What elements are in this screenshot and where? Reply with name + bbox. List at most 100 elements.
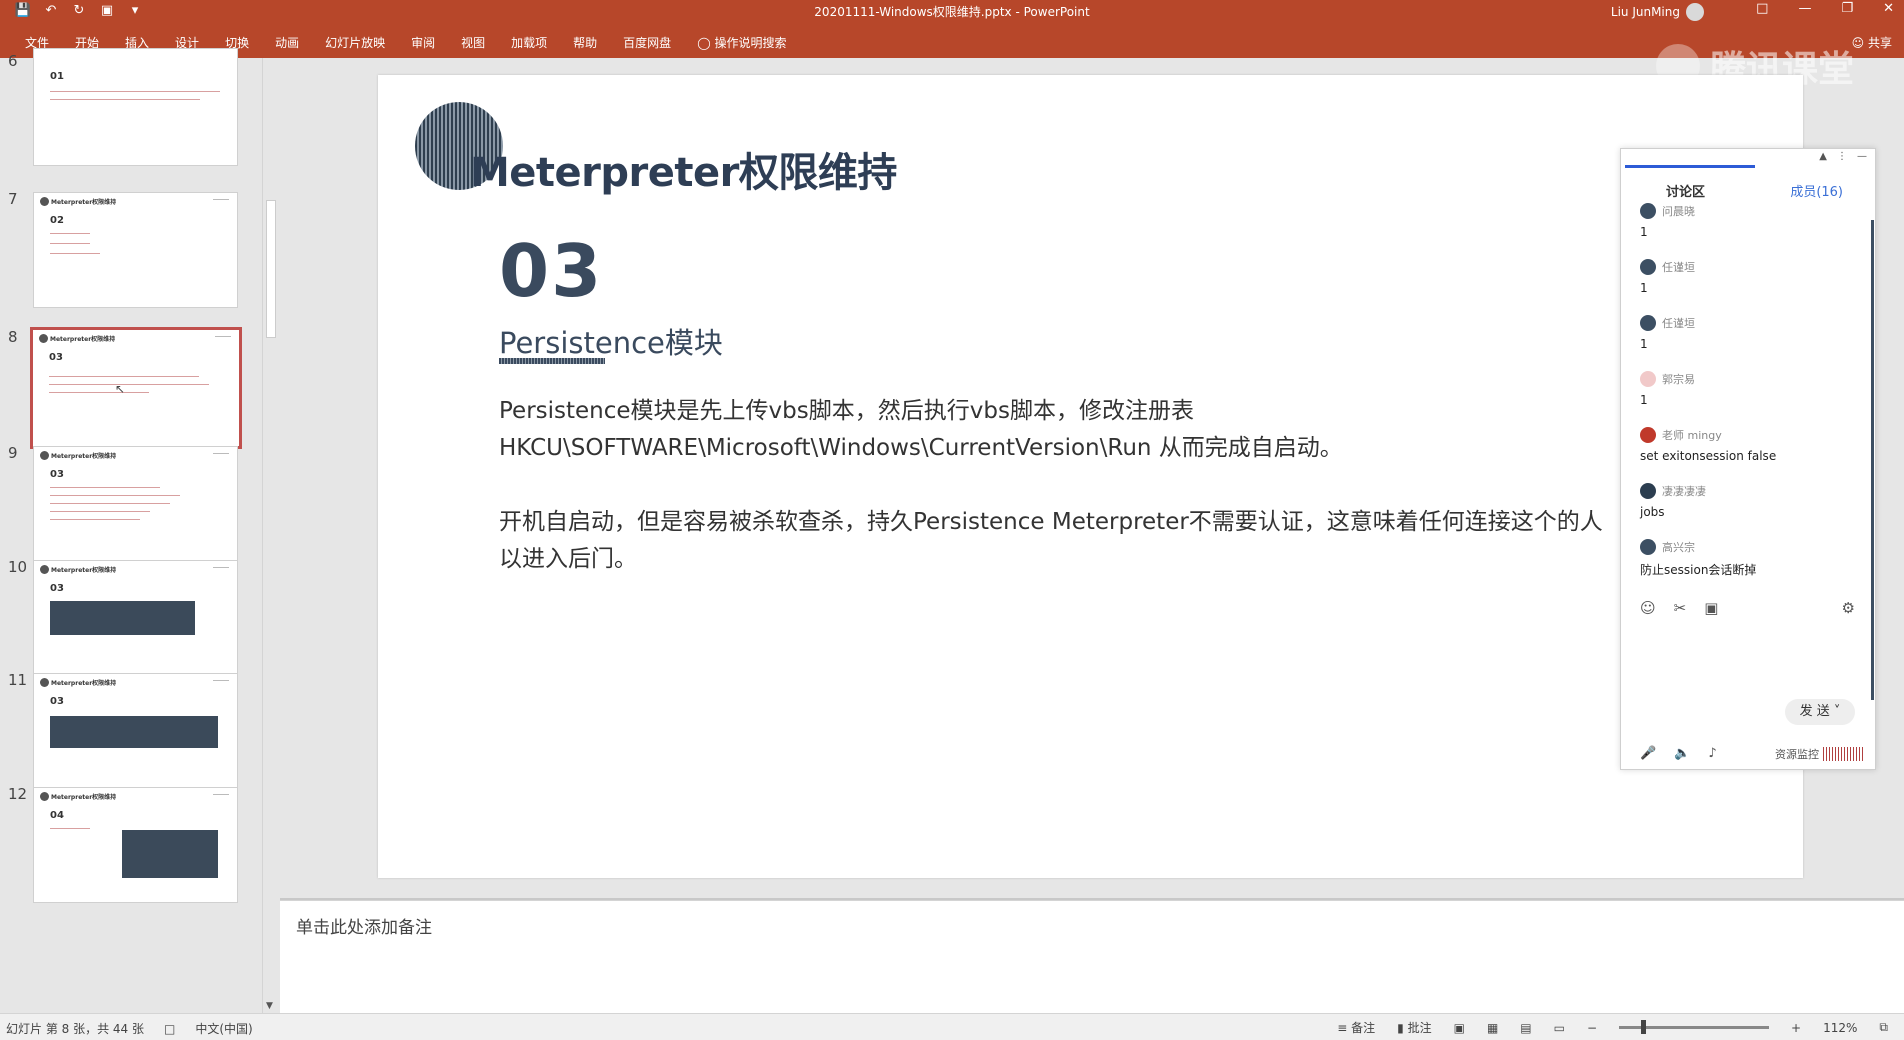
thumbnail-text-line <box>49 376 199 377</box>
normal-view-icon[interactable]: ▣ <box>1454 1021 1465 1035</box>
author-name: 老师 mingy <box>1662 429 1722 442</box>
message-author: 任谨垣 <box>1640 259 1860 275</box>
body-text-line[interactable]: HKCU\SOFTWARE\Microsoft\Windows\CurrentV… <box>499 428 1343 462</box>
thumbnail-preview[interactable]: Meterpreter权限维持 03 <box>33 673 238 789</box>
tell-me-search[interactable]: ◯ 操作说明搜索 <box>684 34 799 51</box>
resource-monitor[interactable]: 资源监控 <box>1775 746 1863 762</box>
thumbnail-slide-7[interactable]: 7 Meterpreter权限维持 02 <box>0 190 250 318</box>
settings-icon[interactable]: ⚙ <box>1842 599 1855 617</box>
scrollbar-thumb[interactable] <box>266 200 276 338</box>
status-right: ≡ 备注 ▮ 批注 ▣ ▦ ▤ ▭ − + 112% ⧉ <box>1337 1019 1888 1036</box>
fit-slide-icon[interactable]: ⧉ <box>1879 1020 1888 1035</box>
message-author: 任谨垣 <box>1640 315 1860 331</box>
thumbnail-preview[interactable]: Meterpreter权限维持 03 <box>33 560 238 676</box>
chat-top-bar: ▲ ⋮ — <box>1621 149 1875 169</box>
message-body: 防止session会话断掉 <box>1640 563 1757 577</box>
tab-addins[interactable]: 加载项 <box>498 34 560 51</box>
thumbnail-decor <box>213 680 229 681</box>
restore-icon[interactable]: ❐ <box>1841 1 1853 16</box>
notes-toggle[interactable]: ≡ 备注 <box>1337 1019 1375 1036</box>
ribbon-display-icon[interactable]: □ <box>1756 1 1768 16</box>
mute-icon[interactable]: ♪ <box>1708 746 1716 761</box>
thumbnail-header-text: Meterpreter权限维持 <box>51 453 117 460</box>
user-account[interactable]: Liu JunMing <box>1611 3 1704 21</box>
tab-slideshow[interactable]: 幻灯片放映 <box>312 34 398 51</box>
slide-sorter-icon[interactable]: ▦ <box>1487 1021 1498 1035</box>
reading-view-icon[interactable]: ▤ <box>1520 1021 1531 1035</box>
thumbnail-text-line <box>50 91 220 92</box>
avatar <box>1640 371 1656 387</box>
scissors-icon[interactable]: ✂ <box>1674 599 1687 617</box>
accessibility-icon[interactable]: □ <box>164 1022 175 1036</box>
slideshow-icon[interactable]: ▭ <box>1554 1021 1565 1035</box>
section-subtitle[interactable]: Persistence模块 <box>499 320 723 362</box>
thumbnail-preview[interactable]: 01 <box>33 48 238 166</box>
tab-discussion[interactable]: 讨论区 <box>1666 181 1705 200</box>
author-name: 任谨垣 <box>1662 261 1695 274</box>
speaker-icon[interactable]: 🔈 <box>1674 746 1690 761</box>
body-text-line[interactable]: Persistence模块是先上传vbs脚本，然后执行vbs脚本，修改注册表 <box>499 391 1194 425</box>
thumbnail-preview[interactable]: Meterpreter权限维持 04 <box>33 787 238 903</box>
status-left: 幻灯片 第 8 张，共 44 张 □ 中文(中国) <box>6 1020 253 1037</box>
thumbnail-text-line <box>50 253 100 254</box>
slide-title[interactable]: Meterpreter权限维持 <box>470 140 897 198</box>
thumbnail-preview-selected[interactable]: Meterpreter权限维持 03 ↖ <box>30 327 242 449</box>
thumbnail-slide-6[interactable]: 6 01 <box>0 48 250 180</box>
zoom-out-icon[interactable]: − <box>1587 1021 1597 1035</box>
minimize-icon[interactable]: — <box>1857 151 1867 162</box>
thumbnail-number: 6 <box>8 52 18 70</box>
slide-thumbnail-pane: 6 01 7 Meterpreter权限维持 02 8 Meterpreter权… <box>0 48 280 1013</box>
zoom-slider-handle[interactable] <box>1641 1020 1647 1034</box>
tab-view[interactable]: 视图 <box>448 34 498 51</box>
thumbnail-text-line <box>50 503 170 504</box>
emoji-icon[interactable]: ☺ <box>1640 599 1656 617</box>
chat-message: 任谨垣 1 <box>1640 315 1860 351</box>
close-icon[interactable]: ✕ <box>1883 1 1894 16</box>
microphone-icon[interactable]: 🎤 <box>1640 746 1656 761</box>
body-text-line[interactable]: 以进入后门。 <box>499 539 637 573</box>
image-icon[interactable]: ▣ <box>1704 599 1718 617</box>
tab-review[interactable]: 审阅 <box>398 34 448 51</box>
tab-help[interactable]: 帮助 <box>560 34 610 51</box>
thumbnail-scrollbar[interactable]: ▼ <box>262 58 278 1013</box>
thumbnail-number: 9 <box>8 444 18 462</box>
notes-pane[interactable]: 单击此处添加备注 <box>280 900 1904 1013</box>
minimize-icon[interactable]: — <box>1798 1 1811 16</box>
section-number[interactable]: 03 <box>499 235 603 307</box>
chat-tab-indicator <box>1625 165 1755 168</box>
thumbnail-slide-10[interactable]: 10 Meterpreter权限维持 03 <box>0 558 250 686</box>
thumbnail-text-line <box>50 495 180 496</box>
thumbnail-slide-11[interactable]: 11 Meterpreter权限维持 03 <box>0 671 250 799</box>
comments-toggle[interactable]: ▮ 批注 <box>1397 1019 1431 1036</box>
chat-scrollbar[interactable] <box>1871 220 1874 700</box>
send-button[interactable]: 发 送 ˅ <box>1785 699 1855 725</box>
more-icon[interactable]: ⋮ <box>1837 151 1847 162</box>
tab-baidu-netdisk[interactable]: 百度网盘 <box>610 34 684 51</box>
tell-me-label: 操作说明搜索 <box>714 36 787 50</box>
scroll-down-arrow-icon[interactable]: ▼ <box>266 1001 273 1011</box>
thumbnail-slide-8[interactable]: 8 Meterpreter权限维持 03 ↖ <box>0 327 250 456</box>
language-indicator[interactable]: 中文(中国) <box>195 1020 252 1037</box>
thumbnail-preview[interactable]: Meterpreter权限维持 03 <box>33 446 238 562</box>
thumbnail-header-text: Meterpreter权限维持 <box>51 680 117 687</box>
lightbulb-icon: ◯ <box>697 36 715 50</box>
share-button[interactable]: ☺ 共享 <box>1852 34 1892 51</box>
zoom-level[interactable]: 112% <box>1823 1021 1857 1035</box>
zoom-slider[interactable] <box>1619 1020 1770 1034</box>
thumbnail-slide-12[interactable]: 12 Meterpreter权限维持 04 <box>0 785 250 913</box>
body-text-line[interactable]: 开机自启动，但是容易被杀软查杀，持久Persistence Meterprete… <box>499 502 1603 536</box>
thumbnail-header: Meterpreter权限维持 <box>40 197 116 206</box>
thumbnail-section: 03 <box>50 696 64 707</box>
zoom-in-icon[interactable]: + <box>1791 1021 1801 1035</box>
thumbnail-slide-9[interactable]: 9 Meterpreter权限维持 03 <box>0 444 250 572</box>
notes-placeholder[interactable]: 单击此处添加备注 <box>296 913 432 938</box>
thumbnail-preview[interactable]: Meterpreter权限维持 02 <box>33 192 238 308</box>
tab-animations[interactable]: 动画 <box>262 34 312 51</box>
chat-message: 凄凄凄凄 jobs <box>1640 483 1860 519</box>
message-author: 问晨晓 <box>1640 203 1860 219</box>
pin-icon[interactable]: ▲ <box>1819 151 1827 162</box>
tab-members[interactable]: 成员(16) <box>1790 181 1843 200</box>
thumbnail-image-block <box>50 716 218 748</box>
slide-canvas[interactable]: Meterpreter权限维持 03 Persistence模块 Persist… <box>378 75 1803 878</box>
message-author: 老师 mingy <box>1640 427 1860 443</box>
